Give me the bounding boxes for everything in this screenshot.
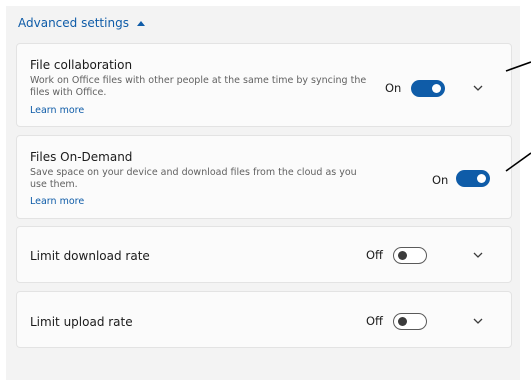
annotation-pointer-lines <box>505 61 531 172</box>
